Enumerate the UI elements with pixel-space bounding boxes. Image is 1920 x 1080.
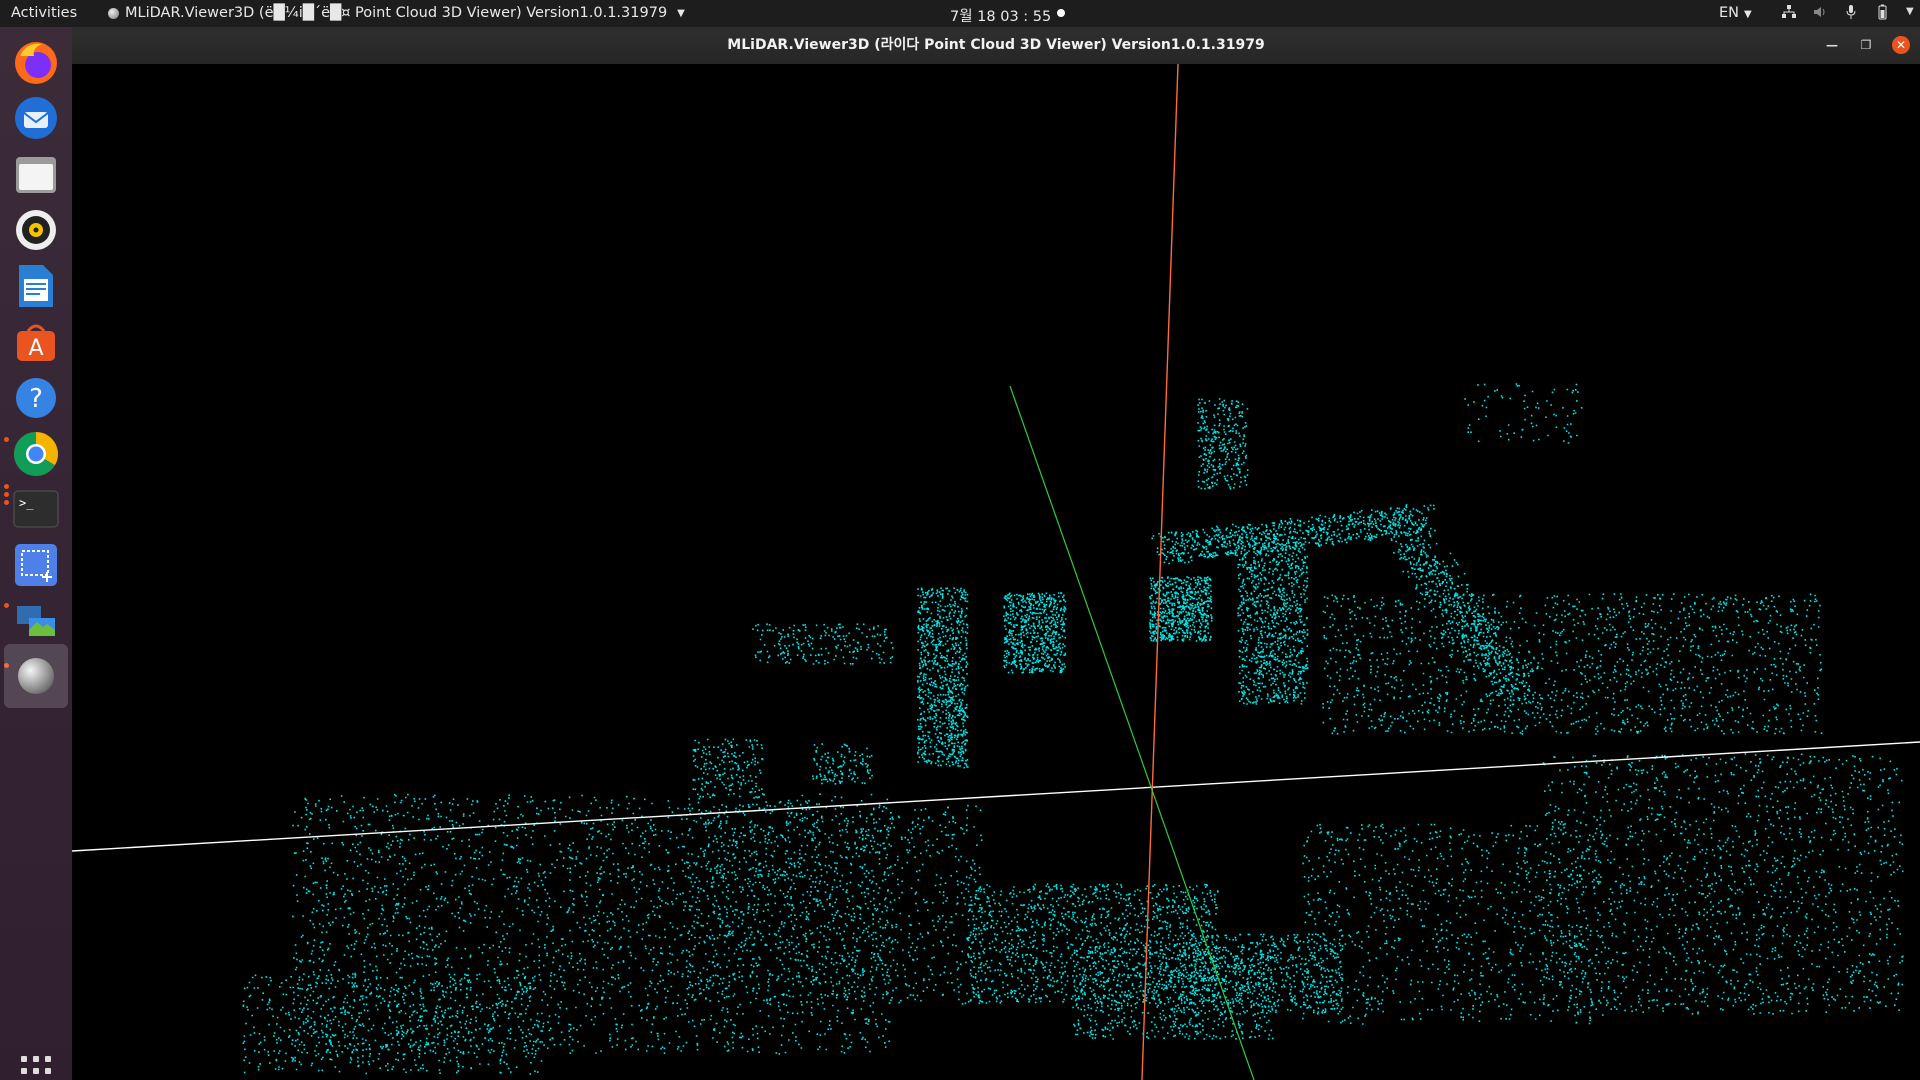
thunderbird-icon[interactable] <box>10 92 62 144</box>
point-cloud <box>242 383 1904 1075</box>
app-icon <box>108 7 119 19</box>
point-cloud-viewport[interactable] <box>71 63 1920 1080</box>
chevron-down-icon: ▼ <box>1744 9 1752 20</box>
microphone-icon <box>1844 4 1858 20</box>
show-applications-icon[interactable] <box>21 1056 51 1080</box>
top-bar: Activities MLiDAR.Viewer3D (ë█¼i█´ë█¤ Po… <box>0 0 1920 27</box>
volume-icon <box>1813 4 1827 20</box>
screenshot-icon[interactable] <box>10 539 62 591</box>
chevron-down-icon: ▼ <box>677 7 685 19</box>
point-cloud-points <box>242 383 1904 1075</box>
app-menu[interactable]: MLiDAR.Viewer3D (ë█¼i█´ë█¤ Point Cloud 3… <box>108 5 685 21</box>
files-icon[interactable] <box>10 148 62 200</box>
svg-text:>_: >_ <box>19 496 34 510</box>
language-label: EN <box>1719 5 1740 21</box>
language-selector[interactable]: EN ▼ <box>1719 5 1752 21</box>
app-menu-title: MLiDAR.Viewer3D (ë█¼i█´ë█¤ Point Cloud 3… <box>125 5 668 21</box>
system-tray[interactable]: ▼ <box>1782 4 1920 20</box>
terminal-icon[interactable]: >_ <box>10 483 62 535</box>
minimize-icon[interactable]: — <box>1823 36 1841 54</box>
recording-indicator-icon <box>1057 9 1065 17</box>
close-icon[interactable]: ✕ <box>1892 36 1910 54</box>
running-indicator <box>4 492 9 497</box>
svg-text:A: A <box>28 336 43 361</box>
running-indicator <box>4 437 9 442</box>
running-indicator <box>4 603 9 608</box>
clock[interactable]: 7월 18 03 : 55 <box>950 5 1051 26</box>
rhythmbox-icon[interactable] <box>10 204 62 256</box>
network-icon <box>1782 4 1796 20</box>
window-title: MLiDAR.Viewer3D (라이다 Point Cloud 3D View… <box>727 37 1265 53</box>
activities-button[interactable]: Activities <box>11 5 77 21</box>
app-window: MLiDAR.Viewer3D (라이다 Point Cloud 3D View… <box>71 27 1920 1080</box>
battery-icon <box>1875 4 1889 20</box>
x-axis-line <box>71 741 1920 852</box>
ubuntu-software-icon[interactable]: A <box>10 316 62 368</box>
svg-text:?: ? <box>29 384 43 414</box>
firefox-icon[interactable] <box>10 36 62 88</box>
window-titlebar[interactable]: MLiDAR.Viewer3D (라이다 Point Cloud 3D View… <box>72 27 1920 64</box>
dock: A ? >_ <box>0 27 72 1080</box>
running-indicator <box>4 500 9 505</box>
point-cloud-canvas[interactable] <box>71 63 1920 1080</box>
chevron-down-icon: ▼ <box>1906 6 1914 17</box>
libreoffice-writer-icon[interactable] <box>10 260 62 312</box>
mlidar-viewer-icon[interactable] <box>4 644 68 708</box>
maximize-icon[interactable]: ❐ <box>1857 36 1875 54</box>
running-indicator <box>4 484 9 489</box>
chrome-icon[interactable] <box>10 428 62 480</box>
help-icon[interactable]: ? <box>10 372 62 424</box>
y-axis-line <box>1009 385 1255 1080</box>
remote-desktop-icon[interactable] <box>10 595 62 647</box>
